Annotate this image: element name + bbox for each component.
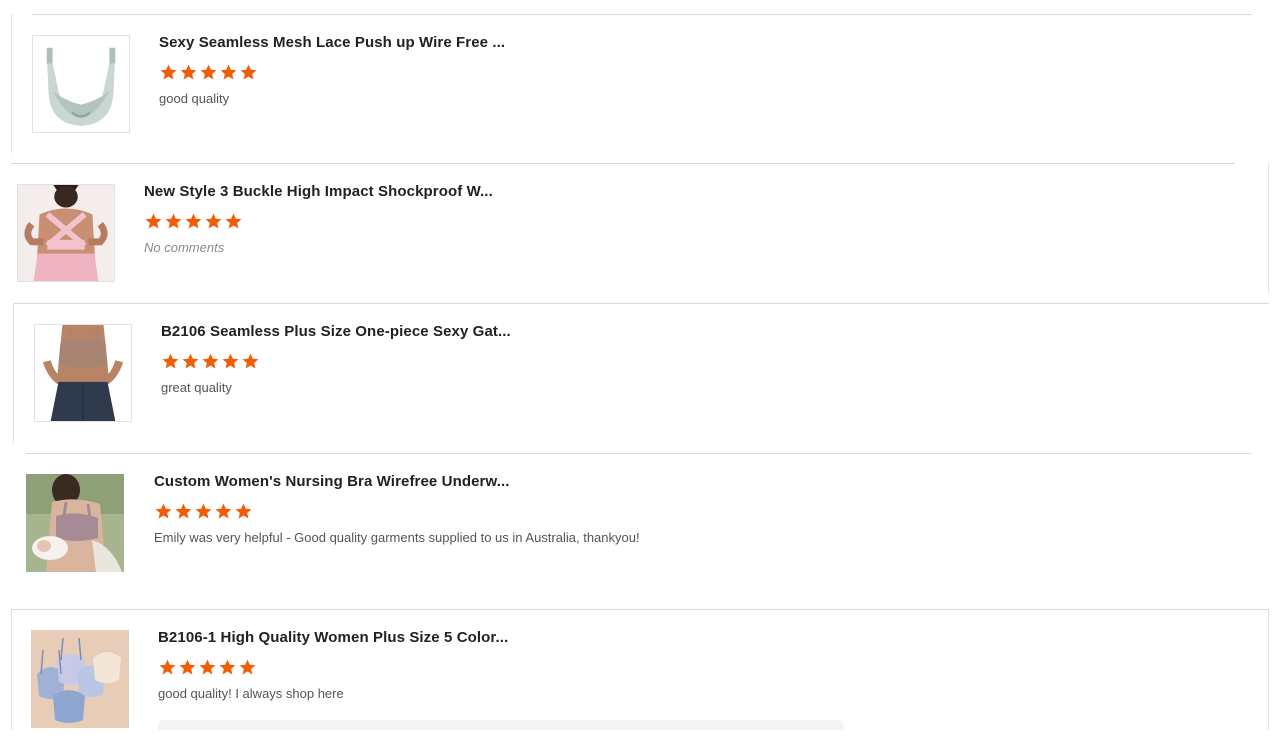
review-comment: good quality — [159, 91, 230, 106]
star-icon — [221, 352, 240, 371]
star-rating — [159, 63, 258, 83]
star-icon — [201, 352, 220, 371]
card-divider — [11, 163, 1235, 164]
star-icon — [234, 502, 253, 521]
star-icon — [219, 63, 238, 82]
bra-image — [33, 36, 129, 132]
star-icon — [144, 212, 163, 231]
star-icon — [214, 502, 233, 521]
review-card: Sexy Seamless Mesh Lace Push up Wire Fre… — [11, 14, 1252, 153]
card-divider — [11, 609, 1269, 610]
bra-image — [31, 630, 129, 728]
card-border — [1268, 609, 1269, 730]
review-comment: good quality! I always shop here — [158, 686, 344, 701]
star-rating — [144, 212, 243, 232]
product-thumbnail[interactable] — [31, 630, 129, 728]
star-icon — [224, 212, 243, 231]
card-border — [1268, 163, 1269, 293]
star-icon — [161, 352, 180, 371]
card-divider — [26, 453, 1251, 454]
reply-box — [158, 720, 844, 730]
review-card: New Style 3 Buckle High Impact Shockproo… — [11, 163, 1269, 293]
star-icon — [158, 658, 177, 677]
star-rating — [158, 658, 257, 678]
review-card: Custom Women's Nursing Bra Wirefree Unde… — [26, 453, 1251, 593]
review-comment: great quality — [161, 380, 232, 395]
card-border — [11, 14, 12, 153]
star-rating — [154, 502, 253, 522]
star-icon — [179, 63, 198, 82]
card-border — [13, 303, 14, 443]
star-icon — [241, 352, 260, 371]
review-comment: No comments — [144, 240, 225, 255]
product-thumbnail[interactable] — [34, 324, 132, 422]
star-icon — [181, 352, 200, 371]
star-icon — [239, 63, 258, 82]
review-card: B2106 Seamless Plus Size One-piece Sexy … — [13, 303, 1269, 443]
star-icon — [238, 658, 257, 677]
star-icon — [194, 502, 213, 521]
bra-image — [26, 474, 124, 572]
product-thumbnail[interactable] — [32, 35, 130, 133]
product-title[interactable]: Sexy Seamless Mesh Lace Push up Wire Fre… — [159, 34, 505, 51]
card-divider — [32, 14, 1252, 15]
review-card: B2106-1 High Quality Women Plus Size 5 C… — [11, 609, 1269, 730]
product-title[interactable]: Custom Women's Nursing Bra Wirefree Unde… — [154, 473, 510, 490]
star-icon — [218, 658, 237, 677]
star-icon — [199, 63, 218, 82]
product-thumbnail[interactable] — [17, 184, 115, 282]
review-comment: Emily was very helpful - Good quality ga… — [154, 530, 640, 545]
product-title[interactable]: New Style 3 Buckle High Impact Shockproo… — [144, 183, 493, 200]
product-title[interactable]: B2106-1 High Quality Women Plus Size 5 C… — [158, 629, 508, 646]
star-icon — [204, 212, 223, 231]
product-thumbnail[interactable] — [26, 474, 124, 572]
bra-image — [35, 325, 131, 421]
card-divider — [13, 303, 1269, 304]
star-icon — [198, 658, 217, 677]
star-icon — [178, 658, 197, 677]
star-icon — [159, 63, 178, 82]
star-rating — [161, 352, 260, 372]
star-icon — [164, 212, 183, 231]
card-border — [11, 609, 12, 730]
bra-image — [18, 185, 114, 281]
star-icon — [174, 502, 193, 521]
product-title[interactable]: B2106 Seamless Plus Size One-piece Sexy … — [161, 323, 511, 340]
star-icon — [154, 502, 173, 521]
star-icon — [184, 212, 203, 231]
